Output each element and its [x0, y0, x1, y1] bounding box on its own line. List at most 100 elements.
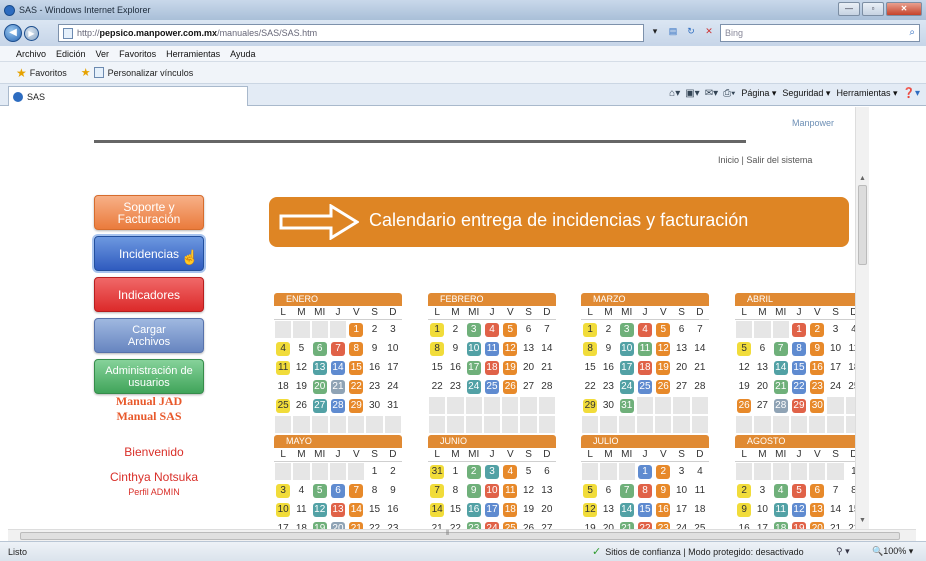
horizontal-scrollbar[interactable]: ⦀	[8, 529, 916, 541]
security-zone[interactable]: ✓ Sitios de confianza | Modo protegido: d…	[592, 545, 804, 558]
add-favorite-icon[interactable]: ★	[81, 66, 91, 79]
page-margin	[869, 107, 926, 529]
menu-ver[interactable]: Ver	[96, 49, 110, 59]
day-cell: 15	[584, 362, 596, 373]
weekday-label: V	[813, 449, 821, 460]
empty-day	[772, 321, 789, 338]
weekday-label: M	[297, 307, 306, 318]
stop-icon[interactable]: ✕	[702, 24, 716, 38]
weekday-label: MI	[314, 307, 326, 318]
page-menu[interactable]: Página ▾	[741, 88, 776, 99]
highlighted-day: 21	[349, 521, 364, 529]
mail-icon[interactable]: ✉▾	[705, 88, 718, 99]
menu-herramientas[interactable]: Herramientas	[166, 49, 220, 59]
day-cell: 11	[636, 339, 654, 358]
url-domain: pepsico.manpower.com.mx	[99, 28, 218, 38]
admin-label: Administración de usuarios	[105, 364, 193, 389]
scroll-up-icon[interactable]: ▲	[859, 175, 866, 182]
month-junio: JUNIO L M MI J V S D 31 1 2 3 4 5 6 7 8 9 10 11 12 13 14 15 16 17…	[428, 435, 556, 529]
check-icon: ✓	[592, 546, 602, 558]
day-cell: 12	[790, 500, 808, 519]
empty-day	[329, 416, 347, 433]
menu-ayuda[interactable]: Ayuda	[230, 49, 255, 59]
highlighted-day: 17	[484, 502, 499, 517]
highlighted-day: 23	[466, 521, 481, 529]
day-cell: 16	[808, 358, 826, 377]
day-cell: 6	[525, 324, 532, 335]
day-cell: 23	[387, 523, 399, 529]
zoom-level[interactable]: 🔍100% ▾	[872, 546, 913, 557]
home-icon[interactable]: ⌂▾	[669, 88, 680, 99]
day-cell: 1	[790, 320, 808, 339]
scroll-thumb[interactable]	[858, 185, 867, 265]
refresh-icon[interactable]: ↻	[684, 24, 698, 38]
day-cell: 24	[483, 519, 501, 529]
soporte-facturacion-button[interactable]: Soporte y Facturación	[94, 195, 204, 230]
weekday-label: MI	[468, 449, 480, 460]
day-cell: 10	[756, 504, 768, 515]
manual-sas-link[interactable]: Manual SAS	[94, 409, 204, 424]
menu-favoritos[interactable]: Favoritos	[119, 49, 156, 59]
day-cell: 24	[676, 523, 688, 529]
day-cell: 13	[541, 485, 553, 496]
manual-jad-link[interactable]: Manual JAD	[94, 394, 204, 409]
feeds-icon[interactable]: ▣▾	[685, 88, 699, 99]
maximize-button[interactable]: ▫	[862, 2, 884, 16]
dropdown-icon[interactable]: ▾	[648, 24, 662, 38]
security-menu[interactable]: Seguridad ▾	[782, 88, 830, 99]
empty-day	[809, 416, 826, 433]
header-divider	[94, 140, 746, 143]
day-cell: 2	[605, 324, 612, 335]
hscroll-thumb[interactable]	[20, 532, 900, 540]
compat-view-icon[interactable]: ▤	[666, 24, 680, 38]
day-cell: 5	[311, 481, 329, 500]
day-cell: 17	[830, 362, 842, 373]
tools-menu[interactable]: Herramientas ▾	[836, 88, 897, 99]
day-cell: 15	[449, 504, 461, 515]
search-input[interactable]: Bing ⌕	[720, 24, 920, 42]
empty-day	[691, 397, 708, 414]
day-cell: 14	[347, 500, 365, 519]
weekday-label: M	[758, 449, 767, 460]
day-cell: 22	[790, 377, 808, 396]
highlighted-day: 9	[737, 502, 752, 517]
scroll-down-icon[interactable]: ▼	[859, 517, 866, 524]
day-cell: 14	[541, 343, 553, 354]
highlighted-day: 3	[466, 322, 481, 337]
highlighted-day: 7	[619, 483, 634, 498]
vertical-scrollbar[interactable]: ▲ ▼	[855, 107, 869, 529]
url-prefix: http://	[77, 28, 100, 38]
empty-day	[293, 321, 310, 338]
top-links[interactable]: Inicio | Salir del sistema	[718, 155, 812, 165]
back-icon[interactable]: ◀	[4, 24, 22, 42]
menu-archivo[interactable]: Archivo	[16, 49, 46, 59]
highlighted-day: 8	[430, 341, 445, 356]
arrow-right-icon	[279, 204, 359, 240]
protected-mode-icon[interactable]: ⚲ ▾	[836, 546, 850, 557]
forward-icon[interactable]: ▶	[24, 25, 39, 41]
day-cell: 22	[347, 377, 365, 396]
search-icon[interactable]: ⌕	[909, 27, 915, 38]
administracion-usuarios-button[interactable]: Administración de usuarios	[94, 359, 204, 394]
day-cell: 7	[329, 339, 347, 358]
day-cell: 16	[369, 362, 381, 373]
indicadores-button[interactable]: Indicadores	[94, 277, 204, 312]
minimize-button[interactable]: —	[838, 2, 860, 16]
highlighted-day: 17	[466, 360, 481, 375]
tab-sas[interactable]: SAS	[8, 86, 248, 106]
print-icon[interactable]: ⎙▾	[723, 88, 735, 99]
day-cell: 25	[636, 377, 654, 396]
menu-edicion[interactable]: Edición	[56, 49, 86, 59]
cargar-archivos-button[interactable]: Cargar Archivos	[94, 318, 204, 353]
help-icon[interactable]: ❓▾	[903, 88, 920, 99]
incidencias-button[interactable]: Incidencias ☝	[94, 236, 204, 271]
brand-link[interactable]: Manpower	[792, 118, 834, 128]
weekday-label: V	[506, 449, 514, 460]
highlighted-day: 8	[791, 341, 806, 356]
custom-links-button[interactable]: ★ Personalizar vínculos	[81, 66, 193, 79]
day-cell: 29	[581, 396, 599, 415]
favorites-button[interactable]: ★ Favoritos	[16, 66, 67, 80]
empty-day	[754, 416, 771, 433]
url-field[interactable]: http:// pepsico.manpower.com.mx /manuale…	[58, 24, 644, 42]
close-button[interactable]: ✕	[886, 2, 922, 16]
